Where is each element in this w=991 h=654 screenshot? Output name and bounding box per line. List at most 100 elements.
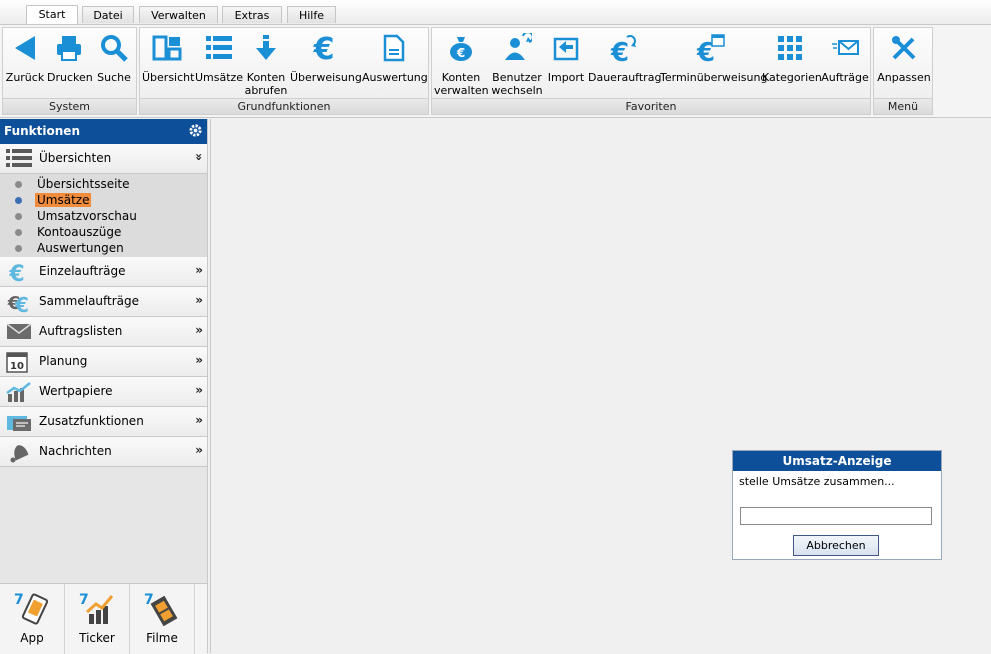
transactions-button[interactable]: Umsätze xyxy=(194,30,244,84)
category-zusatzfunktionen[interactable]: Zusatzfunktionen » xyxy=(0,407,207,437)
chevron-right-icon: » xyxy=(195,323,203,337)
euro-icon: € xyxy=(8,262,24,283)
app-shortcut-label: App xyxy=(20,631,44,645)
functions-panel-header: Funktionen xyxy=(0,119,207,144)
standing-order-button-label: Dauerauftrag xyxy=(588,71,662,84)
envelope-icon xyxy=(832,40,859,55)
calendar-icon: 10 xyxy=(6,352,28,373)
fetch-accounts-button-label: Konten abrufen xyxy=(244,71,288,97)
app-shortcut-filme[interactable]: 7 Filme xyxy=(130,584,195,654)
standing-order-button[interactable]: € Dauerauftrag xyxy=(588,30,662,84)
back-arrow-icon xyxy=(15,36,35,60)
submenu-item-label: Kontoauszüge xyxy=(37,225,122,239)
category-label: Wertpapiere xyxy=(39,384,113,398)
chart-icon xyxy=(6,382,31,402)
category-sammelauftraege[interactable]: € € Sammelaufträge » xyxy=(0,287,207,317)
chevron-right-icon: » xyxy=(195,293,203,307)
cancel-button[interactable]: Abbrechen xyxy=(793,535,879,556)
transactions-progress-dialog: Umsatz-Anzeige stelle Umsätze zusammen..… xyxy=(732,450,942,560)
app-shortcut-label: Filme xyxy=(146,631,178,645)
euro-stack-icon: €€ xyxy=(7,293,29,313)
bullet-icon xyxy=(15,245,22,252)
bullet-icon xyxy=(15,213,22,220)
list-icon xyxy=(206,36,232,59)
chevron-right-icon: » xyxy=(195,263,203,277)
category-label: Planung xyxy=(39,354,88,368)
film-icon: 7 xyxy=(144,592,178,627)
print-button[interactable]: Drucken xyxy=(47,30,93,84)
svg-text:€: € xyxy=(14,293,29,313)
category-auftragslisten[interactable]: Auftragslisten » xyxy=(0,317,207,347)
app-shortcuts: 7 App 7 Ticker 7 Filme xyxy=(0,583,207,654)
overview-button[interactable]: Übersicht xyxy=(142,30,194,84)
ticker-chart-icon: 7 xyxy=(79,592,114,624)
categories-button[interactable]: Kategorien xyxy=(762,30,822,84)
bullet-icon xyxy=(15,181,22,188)
back-button[interactable]: Zurück xyxy=(5,30,45,84)
scheduled-transfer-button[interactable]: € Terminüberweisung xyxy=(660,30,767,84)
bell-icon xyxy=(10,445,29,463)
printer-icon xyxy=(57,36,81,61)
submenu-item-label: Umsatzvorschau xyxy=(37,209,137,223)
fetch-accounts-button[interactable]: Konten abrufen xyxy=(244,30,288,97)
print-button-label: Drucken xyxy=(47,71,93,84)
search-button[interactable]: Suche xyxy=(93,30,135,84)
app-shortcut-ticker[interactable]: 7 Ticker xyxy=(65,584,130,654)
import-icon xyxy=(553,37,579,61)
submenu-item-label: Übersichtsseite xyxy=(37,177,130,191)
customize-button[interactable]: Anpassen xyxy=(876,30,932,84)
group-label-grundfunktionen: Grundfunktionen xyxy=(140,98,428,114)
submenu-item-label: Auswertungen xyxy=(37,241,124,255)
submenu-item-umsatzvorschau[interactable]: Umsatzvorschau xyxy=(0,208,207,224)
grid-icon xyxy=(778,36,802,60)
document-icon xyxy=(383,34,405,62)
ribbon-toolbar: Zurück Drucken Suche System Übersicht Um… xyxy=(0,25,991,118)
search-button-label: Suche xyxy=(97,71,131,84)
submenu-uebersichten: Übersichtsseite Umsätze Umsatzvorschau K… xyxy=(0,174,207,257)
category-wertpapiere[interactable]: Wertpapiere » xyxy=(0,377,207,407)
search-icon xyxy=(101,35,128,62)
list-icon xyxy=(6,149,32,167)
manage-accounts-button[interactable]: € Konten verwalten xyxy=(434,30,489,97)
download-arrow-icon xyxy=(256,35,276,60)
tab-extras[interactable]: Extras xyxy=(222,6,282,23)
transfer-button[interactable]: € Überweisung xyxy=(290,30,362,84)
submenu-item-kontoauszuege[interactable]: Kontoauszüge xyxy=(0,224,207,240)
gear-icon[interactable] xyxy=(188,123,203,138)
euro-icon: € xyxy=(313,33,335,63)
category-label: Übersichten xyxy=(39,151,112,165)
analysis-button[interactable]: Auswertung xyxy=(362,30,428,84)
ribbon-group-system: Zurück Drucken Suche System xyxy=(2,27,137,115)
app-shortcut-label: Ticker xyxy=(79,631,115,645)
tab-start[interactable]: Start xyxy=(26,5,78,24)
submenu-item-umsaetze[interactable]: Umsätze xyxy=(0,192,207,208)
ribbon-group-grundfunktionen: Übersicht Umsätze Konten abrufen € Überw… xyxy=(139,27,429,115)
group-label-system: System xyxy=(3,98,136,114)
tab-hilfe[interactable]: Hilfe xyxy=(287,6,336,23)
ribbon-group-menu: Anpassen Menü xyxy=(873,27,933,115)
category-einzelauftraege[interactable]: € Einzelaufträge » xyxy=(0,257,207,287)
dialog-message: stelle Umsätze zusammen... xyxy=(739,475,895,488)
svg-text:€: € xyxy=(456,46,465,60)
svg-text:7: 7 xyxy=(14,592,24,608)
category-nachrichten[interactable]: Nachrichten » xyxy=(0,437,207,467)
overview-icon xyxy=(152,35,182,61)
submenu-item-uebersichtsseite[interactable]: Übersichtsseite xyxy=(0,176,207,192)
orders-button[interactable]: Aufträge xyxy=(820,30,870,84)
category-uebersichten[interactable]: Übersichten » xyxy=(0,144,207,174)
transactions-button-label: Umsätze xyxy=(194,71,244,84)
bullet-icon xyxy=(15,197,22,204)
tab-datei[interactable]: Datei xyxy=(82,6,134,23)
svg-text:7: 7 xyxy=(79,592,89,608)
svg-text:€: € xyxy=(8,262,24,283)
phone-app-icon: 7 xyxy=(14,592,49,625)
card-icon xyxy=(7,416,31,431)
app-shortcut-app[interactable]: 7 App xyxy=(0,584,65,654)
functions-panel: Funktionen Übersichten » Übersichtsseite… xyxy=(0,119,208,653)
euro-refresh-icon: € xyxy=(610,35,636,63)
category-planung[interactable]: 10 Planung » xyxy=(0,347,207,377)
tab-verwalten[interactable]: Verwalten xyxy=(139,6,218,23)
switch-user-button[interactable]: Benutzer wechseln xyxy=(490,30,544,97)
submenu-item-auswertungen[interactable]: Auswertungen xyxy=(0,240,207,256)
import-button[interactable]: Import xyxy=(546,30,586,84)
